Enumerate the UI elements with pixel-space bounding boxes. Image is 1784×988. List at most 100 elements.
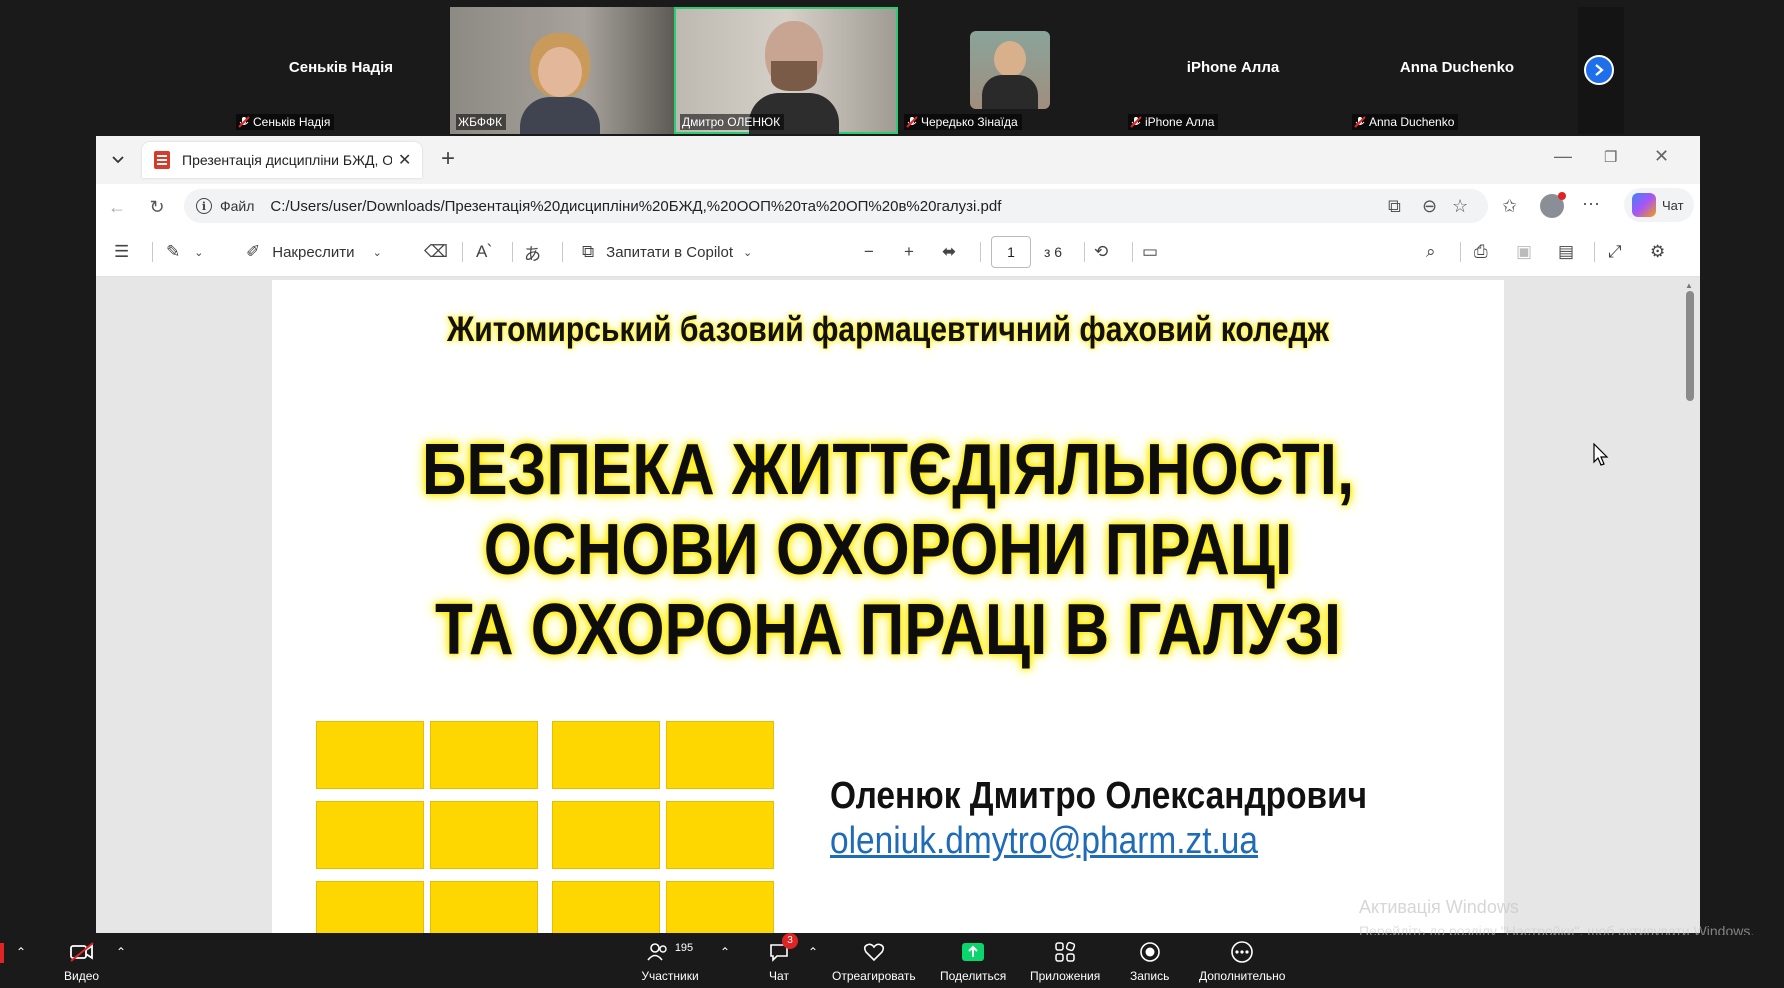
participants-options-caret[interactable]: ⌃ [720,945,730,959]
react-button[interactable]: Отреагировать [832,939,916,983]
participant-name-label: iPhone Алла [1128,114,1219,130]
highlight-tool[interactable]: ✎ ⌄ [166,240,203,264]
page-view-button[interactable]: ▭ [1142,240,1158,264]
copilot-page-icon[interactable]: ⧉ [1388,196,1401,217]
minus-icon: − [864,242,874,261]
save-as-button[interactable]: ▤ [1558,240,1574,264]
settings-button[interactable]: ⚙ [1650,240,1665,264]
address-bar: ← ↻ i Файл C:/Users/user/Downloads/Презе… [96,184,1700,228]
info-icon[interactable]: i [196,198,212,214]
mic-muted-icon [238,116,250,128]
new-tab-button[interactable]: + [434,146,462,174]
more-dots-icon [1229,939,1255,965]
record-icon [1137,939,1163,965]
participant-tile-cheredko[interactable]: Чередько Зінаїда [898,7,1120,134]
record-button[interactable]: Запись [1130,939,1169,983]
favorites-list-icon[interactable]: ✩ [1502,196,1517,217]
participants-label: Участники [641,969,699,983]
obstacle-pictogram [316,881,424,933]
toolbar-divider [980,242,981,262]
translate-button[interactable]: あ [524,240,541,264]
chat-button[interactable]: 3 Чат [766,933,798,983]
falling-object-pictogram [666,721,774,789]
zoom-in-button[interactable]: + [904,240,914,264]
wet-floor-pictogram [430,801,538,869]
fit-width-button[interactable]: ⬌ [942,240,956,264]
machine-operator-pictogram [552,801,660,869]
browser-window: Презентація дисципліни БЖД, О ✕ + — ❐ ✕ … [96,136,1700,933]
draw-tool[interactable]: ✐ Накреслити ⌄ [246,240,382,264]
fullscreen-button[interactable]: ⤢ [1608,240,1622,264]
tab-actions-button[interactable] [104,146,132,174]
back-arrow-icon[interactable]: ← [106,196,128,218]
eraser-button[interactable]: ⌫ [424,240,448,264]
mic-partial-icon[interactable] [0,943,4,963]
vertical-scrollbar[interactable]: ▲ [1684,281,1694,931]
close-window-icon[interactable]: ✕ [1654,146,1669,167]
search-button[interactable]: ⌕ [1426,240,1436,264]
more-label: Дополнительно [1199,969,1286,983]
toolbar-divider [1460,242,1461,262]
toolbar-divider [1132,242,1133,262]
contents-icon[interactable]: ☰ [114,240,129,264]
participant-tile-senkiv[interactable]: Сеньків Надія Сеньків Надія [230,7,452,134]
slide-title-line: ТА ОХОРОНА ПРАЦІ В ГАЛУЗІ [434,590,1342,670]
save-button[interactable]: ▣ [1516,240,1532,264]
chat-label: Чат [1662,197,1684,213]
participant-tile-zhbffk[interactable]: ЖБФФК [450,7,674,134]
plus-icon: + [904,242,914,261]
chat-options-caret[interactable]: ⌃ [808,945,818,959]
hazard-box-pictogram [666,801,774,869]
print-button[interactable]: ⎙ [1474,240,1488,264]
chat-label: Чат [769,969,789,983]
toolbar-divider [512,242,513,262]
rotate-button[interactable]: ⟲ [1094,240,1108,264]
url-field[interactable]: i Файл C:/Users/user/Downloads/Презентац… [184,189,1488,223]
ask-copilot-button[interactable]: ⧉ Запитати в Copilot ⌄ [582,240,752,264]
browser-tab-pdf[interactable]: Презентація дисципліни БЖД, О ✕ [142,142,422,178]
apps-button[interactable]: Приложения [1030,939,1100,983]
video-options-caret[interactable]: ⌃ [116,945,126,959]
author-email-link[interactable]: oleniuk.dmytro@pharm.zt.ua [830,820,1258,863]
scrollbar-thumb[interactable] [1686,291,1694,401]
copilot-chat-button[interactable]: Чат [1624,188,1694,222]
chat-unread-badge: 3 [782,933,798,949]
audio-options-caret[interactable]: ⌃ [16,945,26,959]
share-screen-icon [960,939,986,965]
profile-avatar-icon[interactable] [1540,192,1566,218]
share-button[interactable]: Поделиться [940,939,1006,983]
chevron-down-icon [112,156,124,164]
mic-muted-icon [906,116,918,128]
participants-button[interactable]: 195 Участники [640,939,700,983]
more-menu-icon[interactable]: ⋯ [1582,194,1600,215]
minimize-icon[interactable]: — [1554,146,1572,167]
refresh-icon[interactable]: ↻ [146,196,168,218]
draw-label: Накреслити [272,243,355,261]
toolbar-divider [152,242,153,262]
participant-tile-anna-duchenko[interactable]: Anna Duchenko Anna Duchenko [1346,7,1568,134]
eraser-icon: ⌫ [424,242,449,261]
participant-tile-olenuk[interactable]: Дмитро ОЛЕНЮК [674,7,898,134]
url-text[interactable]: C:/Users/user/Downloads/Презентація%20ди… [270,198,1001,215]
favorite-star-icon[interactable]: ☆ [1452,196,1468,217]
next-page-button[interactable] [1584,55,1614,85]
chevron-down-icon: ⌄ [743,246,753,259]
more-button[interactable]: Дополнительно [1199,939,1285,983]
close-tab-icon[interactable]: ✕ [398,150,411,170]
participant-display-name: iPhone Алла [1186,59,1280,76]
expand-icon: ⤢ [1608,242,1622,261]
ask-copilot-label: Запитати в Copilot [606,243,734,261]
zoom-out-page-icon[interactable]: ⊖ [1422,196,1437,217]
restore-icon[interactable]: ❐ [1604,148,1617,166]
video-button[interactable]: Видео [64,939,99,983]
read-aloud-button[interactable]: A՝ [476,240,491,264]
zoom-out-button[interactable]: − [864,240,874,264]
scroll-up-icon[interactable]: ▲ [1685,281,1693,290]
page-total-label: з 6 [1044,244,1063,260]
page-number-input[interactable]: 1 [991,236,1031,268]
save-icon: ▣ [1516,242,1533,261]
translate-icon: あ [524,244,541,264]
pdf-viewer[interactable]: Житомирський базовий фармацевтичний фахо… [96,277,1700,933]
slide-title-line: БЕЗПЕКА ЖИТТЄДІЯЛЬНОСТІ, [421,430,1355,510]
participant-tile-iphone-alla[interactable]: iPhone Алла iPhone Алла [1122,7,1344,134]
